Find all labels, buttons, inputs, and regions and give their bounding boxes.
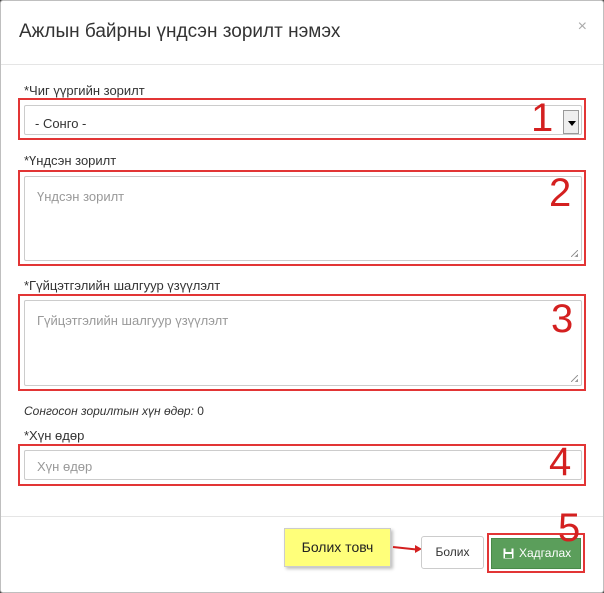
goal-select-value: - Сонго -	[35, 116, 87, 131]
floppy-disk-icon	[503, 548, 514, 559]
indicator-label: *Гүйцэтгэлийн шалгуур үзүүлэлт	[24, 278, 221, 293]
selected-days-info: Сонгосон зорилтын хүн өдөр: 0	[24, 404, 204, 418]
annotation-number-3: 3	[551, 297, 574, 341]
main-goal-textarea[interactable]: Үндсэн зорилт	[24, 176, 582, 261]
selected-days-value: 0	[197, 404, 204, 418]
resize-handle-icon[interactable]	[571, 250, 578, 257]
days-label: *Хүн өдөр	[24, 428, 85, 443]
days-input[interactable]: Хүн өдөр	[24, 450, 582, 480]
modal-header: Ажлын байрны үндсэн зорилт нэмэх ×	[1, 1, 603, 65]
main-goal-placeholder: Үндсэн зорилт	[37, 189, 125, 204]
goal-label: *Чиг үүргийн зорилт	[24, 83, 145, 98]
close-icon[interactable]: ×	[578, 18, 587, 36]
main-goal-label: *Үндсэн зорилт	[24, 153, 117, 168]
annotation-number-1: 1	[531, 96, 554, 140]
days-placeholder: Хүн өдөр	[37, 459, 93, 474]
cancel-button[interactable]: Болих	[421, 536, 484, 569]
indicator-placeholder: Гүйцэтгэлийн шалгуур үзүүлэлт	[37, 313, 229, 328]
annotation-number-2: 2	[549, 171, 572, 215]
indicator-textarea[interactable]: Гүйцэтгэлийн шалгуур үзүүлэлт	[24, 300, 582, 386]
footer-divider	[1, 516, 603, 517]
dropdown-arrow-icon[interactable]	[563, 110, 579, 134]
modal-dialog: Ажлын байрны үндсэн зорилт нэмэх × *Чиг …	[0, 0, 604, 593]
selected-days-label: Сонгосон зорилтын хүн өдөр:	[24, 404, 194, 418]
annotation-number-5: 5	[558, 506, 581, 550]
callout-note: Болих товч	[284, 528, 391, 567]
annotation-number-4: 4	[549, 440, 572, 484]
goal-select[interactable]: - Сонго -	[24, 105, 582, 135]
modal-title: Ажлын байрны үндсэн зорилт нэмэх	[19, 21, 341, 42]
resize-handle-icon[interactable]	[571, 375, 578, 382]
